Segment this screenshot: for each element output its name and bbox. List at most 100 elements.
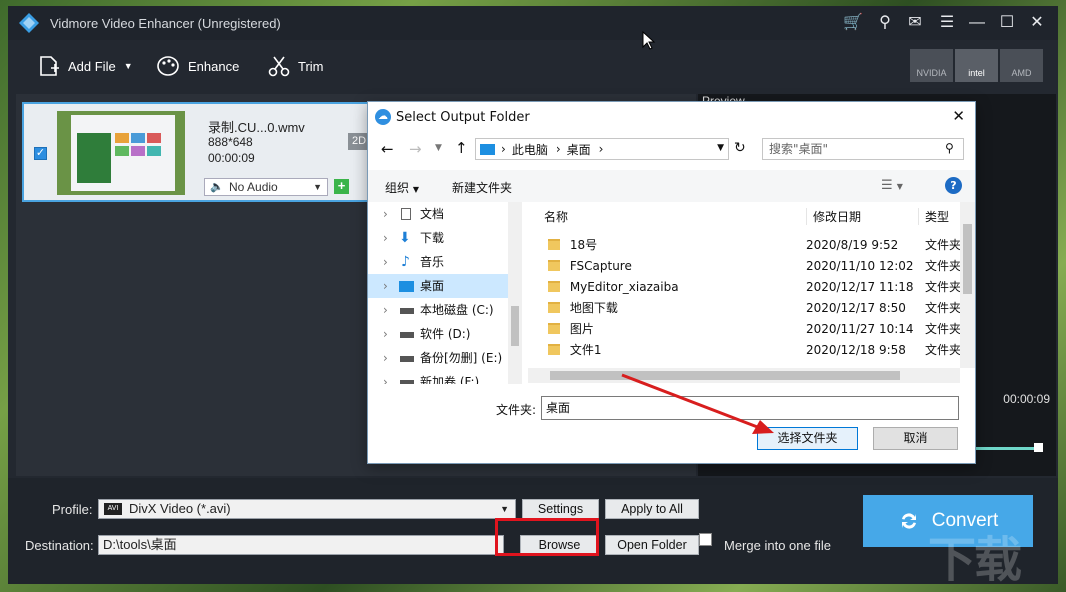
nav-item-music[interactable]: › ♪ 音乐 [368,250,508,274]
nav-item-drive-d[interactable]: › 软件 (D:) [368,322,508,346]
list-item-date: 2020/11/10 12:02 [806,259,914,273]
forward-arrow-icon[interactable]: → [409,140,422,158]
view-options-icon[interactable]: ☰ ▼ [881,178,903,193]
help-icon[interactable]: ? [945,177,962,194]
nav-item-drive-f[interactable]: › 新加卷 (F:) [368,370,508,384]
maximize-icon[interactable]: ☐ [996,13,1018,33]
avi-format-icon: AVI [104,503,122,515]
profile-select[interactable]: AVI DivX Video (*.avi) ▼ [98,499,516,519]
destination-input[interactable]: D:\tools\桌面 [98,535,504,555]
watermark-logo: 下载吧 [928,534,1022,587]
chevron-right-icon: › [383,279,388,293]
list-item-date: 2020/8/19 9:52 [806,238,899,252]
breadcrumb-desktop[interactable]: 桌面 [567,141,591,158]
list-item[interactable]: 图片 2020/11/27 10:14 文件夹 [544,319,964,340]
toolbar: Add File ▼ Enhance Trim NVIDIA intel AMD [8,40,1058,92]
file-resolution: 888*648 [208,135,253,149]
minimize-icon[interactable]: — [966,13,988,33]
chevron-right-icon: › [383,231,388,245]
add-audio-button[interactable]: + [334,179,349,194]
chevron-right-icon: › [383,327,388,341]
nav-item-downloads[interactable]: › ⬇ 下载 [368,226,508,250]
chevron-right-icon: › [383,351,388,365]
list-item[interactable]: 文件1 2020/12/18 9:58 文件夹 [544,340,964,361]
back-arrow-icon[interactable]: ← [381,140,394,158]
nav-label: 新加卷 (F:) [420,375,480,384]
list-horizontal-scrollbar[interactable] [528,368,960,383]
column-header-date[interactable]: 修改日期 [806,208,861,225]
apply-to-all-button[interactable]: Apply to All [605,499,699,519]
nav-item-drive-e[interactable]: › 备份[勿删] (E:) [368,346,508,370]
file-item[interactable]: ✓ 录制.CU...0.wmv 888*648 00:00:09 2D 🔈 No… [22,102,378,202]
list-item-name: FSCapture [569,259,632,273]
list-item-date: 2020/12/17 11:18 [806,280,914,294]
folder-icon [548,239,560,250]
app-logo-icon [19,13,39,33]
nvidia-toggle[interactable]: NVIDIA [910,49,953,82]
add-file-label: Add File [68,58,116,74]
breadcrumb-separator-icon: › [598,142,604,156]
enhance-button[interactable]: Enhance [156,54,239,78]
chevron-down-icon: ▼ [313,182,322,192]
cancel-button[interactable]: 取消 [873,427,958,450]
nav-item-documents[interactable]: › 文档 [368,202,508,226]
column-header-type[interactable]: 类型 [918,208,949,225]
recent-chevron-icon[interactable]: ▼ [435,143,442,153]
chevron-right-icon: › [383,255,388,269]
refresh-icon[interactable]: ↻ [734,140,746,156]
volume-slider[interactable] [974,447,1040,450]
breadcrumb-this-pc[interactable]: 此电脑 [512,141,548,158]
dialog-title: Select Output Folder [396,110,530,125]
select-folder-button[interactable]: 选择文件夹 [757,427,858,450]
cart-icon[interactable]: 🛒 [842,13,864,33]
address-bar[interactable]: › 此电脑 › 桌面 › ▼ [475,138,729,160]
settings-button[interactable]: Settings [522,499,599,519]
search-input[interactable]: 搜索"桌面" [762,138,964,160]
list-item-type: 文件夹 [925,343,962,357]
chevron-down-icon: ▼ [412,185,419,194]
preview-time: 00:00:09 [1003,392,1050,406]
column-header-name[interactable]: 名称 [544,208,568,225]
chevron-down-icon[interactable]: ▼ [717,143,724,153]
amd-label: AMD [1011,68,1032,78]
close-icon[interactable]: ✕ [1026,13,1048,33]
nav-item-desktop[interactable]: › 桌面 [368,274,508,298]
nav-scrollbar[interactable] [508,202,522,384]
browse-highlight-box [495,518,599,556]
cloud-icon: ☁ [375,109,391,125]
file-checkbox[interactable]: ✓ [34,147,47,160]
chevron-down-icon: ▼ [500,504,509,514]
list-item[interactable]: FSCapture 2020/11/10 12:02 文件夹 [544,256,964,277]
nav-item-drive-c[interactable]: › 本地磁盘 (C:) [368,298,508,322]
list-vertical-scrollbar[interactable] [960,202,975,368]
list-item[interactable]: 18号 2020/8/19 9:52 文件夹 [544,235,964,256]
merge-checkbox[interactable] [699,533,712,546]
folder-icon [548,302,560,313]
list-item[interactable]: MyEditor_xiazaiba 2020/12/17 11:18 文件夹 [544,277,964,298]
list-item-name: 文件1 [569,343,602,357]
folder-name-input[interactable]: 桌面 [541,396,959,420]
add-file-button[interactable]: Add File ▼ [38,54,133,78]
navigation-pane: › 文档 › ⬇ 下载 › ♪ 音乐 › 桌面 › 本地磁盘 (C:) › 软件… [368,202,522,384]
up-arrow-icon[interactable]: ↑ [455,139,468,157]
organize-menu[interactable]: 组织 ▼ [385,179,419,196]
list-item-name: MyEditor_xiazaiba [569,280,679,294]
drive-icon [400,356,414,362]
trim-button[interactable]: Trim [268,54,324,78]
audio-track-select[interactable]: 🔈 No Audio ▼ [204,178,328,196]
list-item[interactable]: 地图下载 2020/12/17 8:50 文件夹 [544,298,964,319]
list-item-date: 2020/11/27 10:14 [806,322,914,336]
new-folder-button[interactable]: 新建文件夹 [452,179,512,196]
key-icon[interactable]: ⚲ [874,13,896,33]
list-item-date: 2020/12/17 8:50 [806,301,906,315]
menu-icon[interactable]: ☰ [936,13,958,33]
open-folder-button[interactable]: Open Folder [605,535,699,555]
chat-icon[interactable]: ✉ [904,13,926,33]
intel-toggle[interactable]: intel [955,49,998,82]
add-file-icon [40,56,59,76]
close-icon[interactable]: ✕ [952,107,965,125]
volume-slider-knob[interactable] [1034,443,1043,452]
list-item-name: 图片 [569,322,594,336]
amd-toggle[interactable]: AMD [1000,49,1043,82]
audio-track-value: No Audio [229,180,278,194]
